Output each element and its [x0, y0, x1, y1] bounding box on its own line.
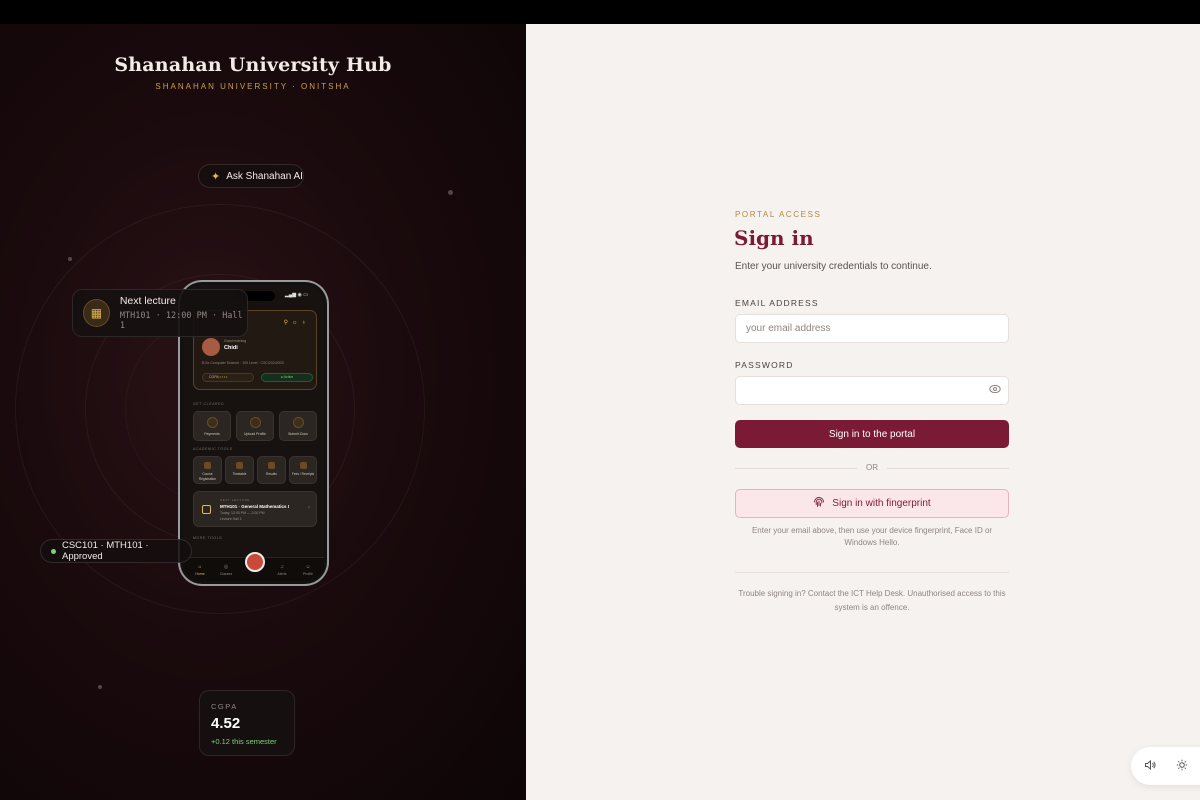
brand-subtitle: SHANAHAN UNIVERSITY · ONITSHA: [155, 82, 351, 91]
tile-submit-docs[interactable]: Submit Docs: [279, 411, 317, 441]
tile-course-registration[interactable]: Course Registration: [193, 456, 222, 484]
decor-dot: [68, 257, 72, 261]
ask-ai-label: Ask Shanahan AI: [226, 170, 303, 182]
home-icon: ⌂: [198, 564, 202, 570]
lecture-eyebrow: NEXT LECTURE: [220, 498, 250, 502]
nav-classes[interactable]: ◎ Classes: [215, 564, 237, 576]
lecture-time: Today, 12:00 PM — 2:00 PM: [220, 511, 265, 515]
email-field[interactable]: [735, 314, 1009, 343]
brand: Shanahan University Hub SHANAHAN UNIVERS…: [0, 54, 506, 91]
student-name: Chidi: [224, 345, 238, 351]
avatar: [202, 338, 220, 356]
fingerprint-hint: Enter your email above, then use your de…: [751, 526, 993, 547]
cgpa-value: 4.52: [211, 715, 241, 732]
header-icons: ⚲☼♁: [283, 320, 310, 326]
decor-dot: [448, 190, 453, 195]
lecture-title: MTH101 · General Mathematics I: [220, 504, 290, 509]
sun-icon[interactable]: [1176, 759, 1188, 774]
or-label: OR: [866, 463, 878, 472]
cgpa-label: CGPA: [211, 702, 238, 711]
eye-icon[interactable]: [989, 384, 1001, 394]
signin-panel: PORTAL ACCESS Sign in Enter your univers…: [526, 24, 1200, 800]
cgpa-pill: CGPA • • • •: [202, 373, 254, 382]
cgpa-delta: +0.12 this semester: [211, 737, 277, 746]
top-bar: [0, 0, 1200, 24]
user-icon: ☺: [305, 564, 311, 570]
portal-eyebrow: PORTAL ACCESS: [735, 210, 822, 219]
footer-note: Trouble signing in? Contact the ICT Help…: [738, 589, 1006, 612]
footer-divider: [735, 572, 1009, 573]
divider-left: [735, 468, 857, 469]
page-subtitle: Enter your university credentials to con…: [735, 261, 932, 272]
calendar-icon: [202, 505, 211, 514]
tile-results[interactable]: Results: [257, 456, 286, 484]
tile-payments[interactable]: Payments: [193, 411, 231, 441]
page-title: Sign in: [734, 226, 814, 250]
status-dot-icon: [51, 548, 56, 554]
phone-bottom-nav: ⌂ Home ◎ Classes ♫ Alerts ☺ Profile: [183, 552, 324, 581]
greeting: Good morning: [224, 339, 247, 343]
password-field[interactable]: [735, 376, 1009, 405]
fingerprint-signin-button[interactable]: Sign in with fingerprint: [735, 489, 1009, 518]
brand-title: Shanahan University Hub: [114, 54, 392, 76]
ask-ai-chip[interactable]: ✦ Ask Shanahan AI: [198, 164, 304, 188]
status-pill: ● Active: [261, 373, 313, 382]
fingerprint-label: Sign in with fingerprint: [832, 498, 931, 509]
next-lecture-title: Next lecture: [119, 295, 176, 307]
password-label: PASSWORD: [735, 360, 794, 370]
next-lecture-card: ▦ Next lecture MTH101 · 12:00 PM · Hall …: [72, 289, 248, 337]
tile-fees[interactable]: Fees / Receipts: [289, 456, 317, 484]
classes-icon: ◎: [223, 564, 229, 570]
decor-dot: [98, 685, 102, 689]
floating-controls: [1131, 747, 1200, 785]
section-label: GET CLEARED: [193, 402, 225, 406]
hero-panel: Shanahan University Hub SHANAHAN UNIVERS…: [0, 24, 526, 800]
student-info: B.Sc Computer Science · 100 Level · CSC/…: [202, 361, 284, 365]
approved-label: CSC101 · MTH101 · Approved: [61, 540, 149, 562]
fingerprint-icon: [813, 496, 825, 511]
email-label: EMAIL ADDRESS: [735, 298, 819, 308]
lecture-venue: Lecture Hall 1: [220, 517, 242, 521]
section-label: ACADEMIC TOOLS: [193, 447, 233, 451]
center-action-button[interactable]: [245, 552, 265, 572]
cgpa-card: CGPA 4.52 +0.12 this semester: [199, 690, 295, 756]
status-icons: ▂▄▆ ◉ ▭: [284, 292, 308, 298]
next-lecture-detail: MTH101 · 12:00 PM · Hall 1: [119, 311, 243, 331]
nav-alerts[interactable]: ♫ Alerts: [271, 564, 293, 576]
divider-right: [887, 468, 1009, 469]
sparkle-icon: ✦: [211, 170, 221, 183]
phone-next-lecture[interactable]: NEXT LECTURE MTH101 · General Mathematic…: [193, 491, 317, 527]
tile-timetable[interactable]: Timetable: [225, 456, 254, 484]
chevron-right-icon: ›: [308, 505, 310, 511]
nav-home[interactable]: ⌂ Home: [189, 564, 211, 576]
speaker-icon[interactable]: [1144, 759, 1156, 774]
nav-profile[interactable]: ☺ Profile: [297, 564, 319, 576]
approved-chip: CSC101 · MTH101 · Approved: [40, 539, 192, 563]
section-label: MORE TOOLS: [193, 536, 223, 540]
bell-icon: ♫: [280, 564, 284, 570]
calendar-icon: ▦: [83, 299, 110, 327]
tile-upload-profile[interactable]: Upload Profile: [236, 411, 274, 441]
signin-button[interactable]: Sign in to the portal: [735, 420, 1009, 448]
